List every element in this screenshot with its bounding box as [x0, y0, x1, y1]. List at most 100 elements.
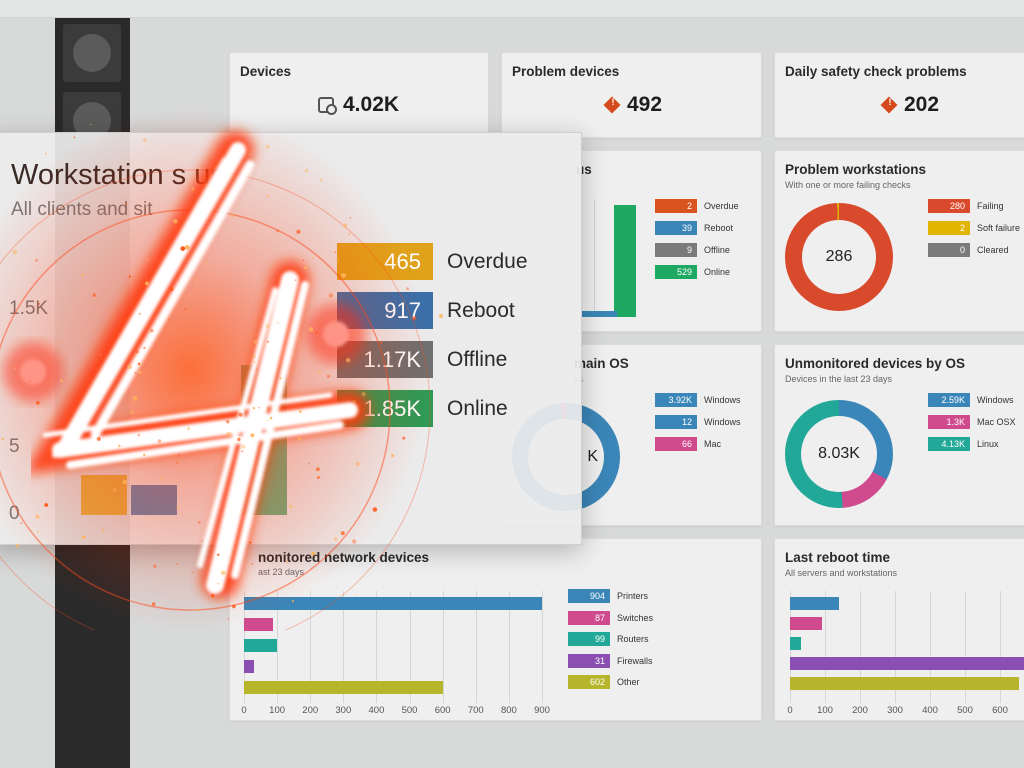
- x-tick: 200: [852, 705, 868, 716]
- bar-routers[interactable]: [244, 639, 277, 652]
- overlay-y-tick: 0: [9, 503, 20, 524]
- legend-label: Windows: [704, 395, 741, 405]
- legend-item[interactable]: 2.59K Windows: [928, 393, 1014, 407]
- legend-label: Windows: [977, 395, 1014, 405]
- legend-label: Online: [704, 267, 731, 277]
- legend-value: 87: [568, 610, 610, 625]
- spark: [221, 570, 226, 575]
- legend-value: 0: [928, 243, 970, 257]
- reboot-bar: [582, 311, 617, 317]
- legend-value: 602: [568, 675, 610, 689]
- overlay-legend-label: Offline: [447, 347, 508, 371]
- devices-card[interactable]: Devices 4.02K: [229, 52, 489, 138]
- x-tick: 600: [992, 705, 1008, 716]
- spark: [132, 556, 135, 559]
- daily-safety-card[interactable]: Daily safety check problems 202: [774, 52, 1024, 138]
- donut-center-value: 8.03K: [801, 416, 877, 492]
- problem-workstations-card[interactable]: Problem workstations With one or more fa…: [774, 150, 1024, 332]
- legend-label: Mac OSX: [977, 417, 1016, 427]
- overlay-bar-overdue: [81, 475, 127, 515]
- legend-item[interactable]: 4.13K Linux: [928, 437, 999, 451]
- legend-value: 99: [568, 632, 610, 646]
- kpi-row: 492: [603, 93, 663, 117]
- legend-label: Routers: [617, 634, 649, 644]
- legend-item[interactable]: 280 Failing: [928, 199, 1004, 213]
- legend-value: 39: [655, 221, 697, 235]
- legend-value: 66: [655, 437, 697, 451]
- legend-label: Cleared: [977, 245, 1009, 255]
- spark: [153, 564, 157, 568]
- kpi-row: 4.02K: [318, 93, 399, 117]
- legend-item[interactable]: 3.92K Windows: [655, 393, 741, 407]
- reboot-bar[interactable]: [790, 637, 801, 650]
- overlay-subtitle: All clients and sit: [11, 199, 153, 220]
- daily-safety-count: 202: [904, 93, 940, 116]
- spark: [217, 553, 220, 556]
- x-tick: 700: [467, 705, 484, 716]
- spark: [197, 608, 200, 611]
- problem-devices-count: 492: [627, 93, 663, 116]
- devices-icon: [318, 97, 337, 115]
- legend-item[interactable]: 904 Printers: [568, 589, 648, 603]
- legend-value: 4.13K: [928, 437, 970, 451]
- warning-icon: [880, 96, 898, 114]
- legend-item[interactable]: 31 Firewalls: [568, 653, 653, 668]
- network-devices-card[interactable]: nonitored network devices ast 23 days 0 1…: [229, 538, 762, 721]
- overlay-legend-item[interactable]: 1.85K Online: [337, 390, 508, 427]
- online-bar: [614, 205, 636, 317]
- card-subtitle: All servers and workstations: [785, 568, 898, 578]
- legend-label: Failing: [977, 201, 1004, 211]
- bar-other[interactable]: [244, 681, 444, 694]
- x-tick: 300: [335, 705, 352, 716]
- legend-item[interactable]: 9 Offline: [655, 243, 730, 257]
- overlay-bar-reboot: [131, 485, 177, 515]
- legend-label: Firewalls: [617, 655, 653, 666]
- x-tick: 900: [534, 705, 550, 716]
- legend-value: 12: [655, 415, 697, 429]
- legend-label: Soft failure: [977, 223, 1021, 233]
- legend-item[interactable]: 99 Routers: [568, 632, 649, 646]
- legend-item[interactable]: 66 Mac: [655, 437, 721, 451]
- sidebar-button-1[interactable]: [63, 24, 121, 82]
- legend-value: 9: [655, 243, 697, 257]
- card-title: Problem devices: [512, 64, 620, 79]
- card-title: main OS: [574, 356, 629, 371]
- legend-item[interactable]: 0 Cleared: [928, 243, 1009, 257]
- reboot-bar[interactable]: [790, 597, 839, 610]
- legend-item[interactable]: 1.3K Mac OSX: [928, 415, 1016, 429]
- overlay-legend-item[interactable]: 465 Overdue: [337, 243, 528, 280]
- x-tick: 0: [787, 705, 793, 716]
- legend-item[interactable]: 87 Switches: [568, 610, 653, 625]
- reboot-bar[interactable]: [790, 617, 822, 630]
- bar-firewalls[interactable]: [244, 660, 255, 673]
- warning-icon: [603, 96, 621, 114]
- legend-value: 280: [928, 199, 970, 213]
- legend-item[interactable]: 2 Overdue: [655, 199, 739, 213]
- overlay-legend-label: Online: [447, 396, 508, 420]
- unmonitored-os-card[interactable]: Unmonitored devices by OS Devices in the…: [774, 344, 1024, 526]
- overlay-title: Workstation s us: [11, 159, 225, 191]
- devices-count: 4.02K: [343, 93, 400, 116]
- card-subtitle: Devices in the last 23 days: [785, 374, 893, 384]
- overlay-legend-item[interactable]: 1.17K Offline: [337, 341, 507, 378]
- reboot-bar[interactable]: [790, 677, 1020, 690]
- legend-label: Reboot: [704, 223, 734, 233]
- bar-switches[interactable]: [244, 618, 273, 631]
- problem-devices-card[interactable]: Problem devices 492: [501, 52, 762, 138]
- overlay-y-tick: 5: [9, 436, 20, 457]
- bar-printers[interactable]: [244, 597, 542, 610]
- card-subtitle: ast 23 days: [258, 567, 305, 577]
- legend-item[interactable]: 602 Other: [568, 675, 640, 689]
- grid-line: [542, 591, 543, 703]
- last-reboot-card[interactable]: Last reboot time All servers and worksta…: [774, 538, 1024, 721]
- legend-item[interactable]: 12 Windows: [655, 415, 741, 429]
- legend-item[interactable]: 529 Online: [655, 265, 730, 279]
- legend-item[interactable]: 2 Soft failure: [928, 221, 1020, 235]
- legend-item[interactable]: 39 Reboot: [655, 221, 733, 235]
- reboot-bar[interactable]: [790, 657, 1024, 670]
- spark: [211, 594, 215, 598]
- overlay-legend-item[interactable]: 917 Reboot: [337, 292, 515, 329]
- spark: [191, 571, 194, 574]
- legend-value: 2.59K: [928, 393, 970, 407]
- spark: [217, 582, 220, 585]
